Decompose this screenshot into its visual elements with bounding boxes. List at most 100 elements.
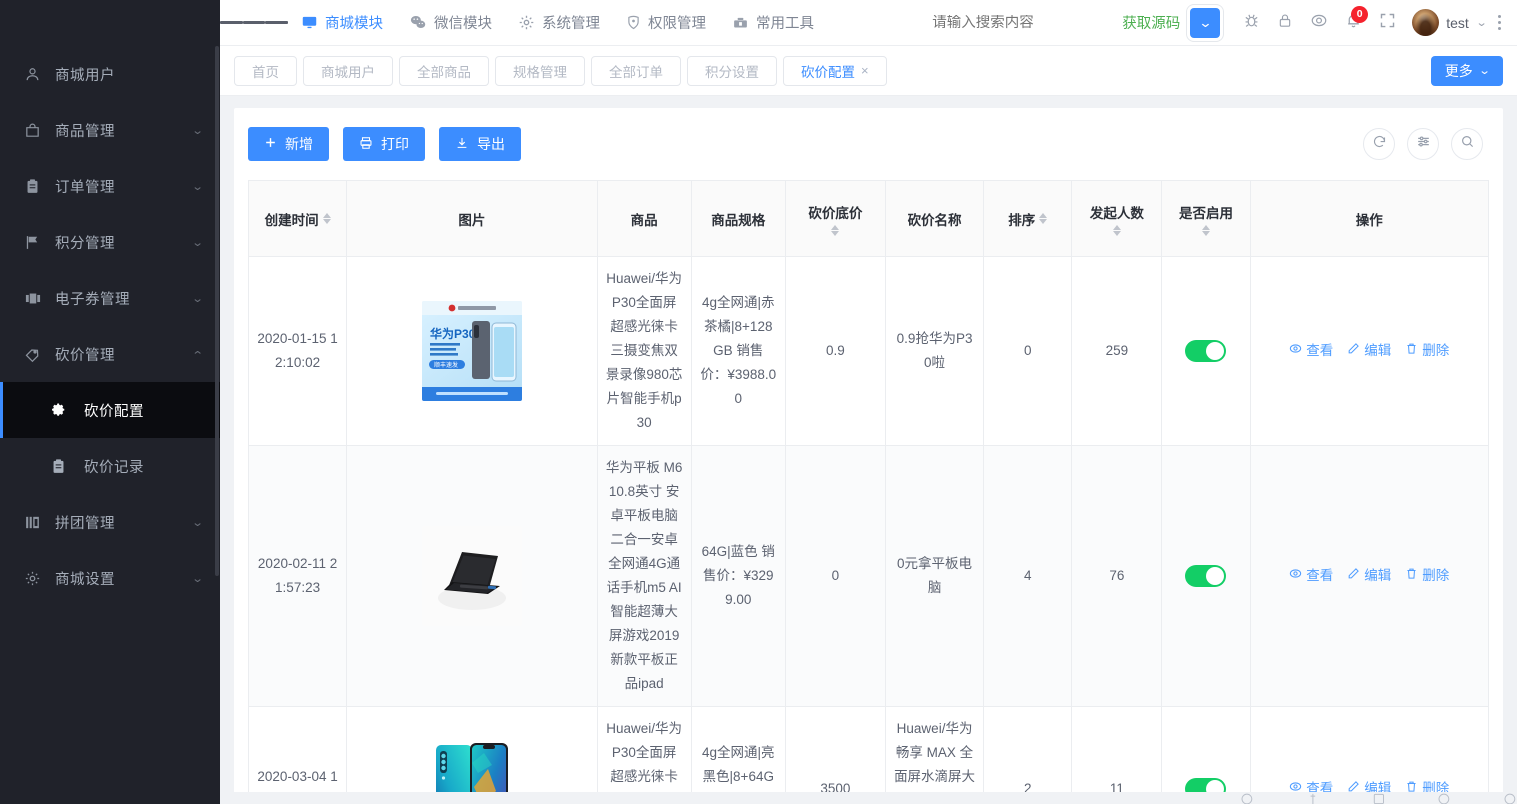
sidebar-item-mall-users[interactable]: 商城用户 — [0, 46, 220, 102]
sidebar-item-label: 砍价配置 — [84, 403, 144, 420]
action-label: 编辑 — [1364, 568, 1392, 583]
tab-bargain-config[interactable]: 砍价配置 × — [783, 55, 887, 86]
circle-icon[interactable] — [1240, 792, 1254, 804]
sort-icon[interactable] — [322, 213, 331, 224]
ticket-icon — [24, 290, 46, 307]
action-label: 删除 — [1422, 343, 1450, 358]
sidebar-item-orders[interactable]: 订单管理 ⌄ — [0, 158, 220, 214]
column-header-enabled[interactable]: 是否启用 — [1161, 180, 1251, 257]
column-header-actions: 操作 — [1249, 180, 1489, 257]
sidebar-item-bargain-config[interactable]: 砍价配置 — [0, 382, 220, 438]
menu-toggle-button[interactable] — [220, 0, 289, 46]
cell-actions: 查看 编辑 删除 — [1249, 256, 1489, 446]
filter-button[interactable] — [1407, 128, 1439, 160]
circle-icon[interactable] — [1437, 792, 1451, 804]
sidebar-logo-area — [0, 0, 220, 46]
delete-action[interactable]: 删除 — [1400, 564, 1454, 588]
chevron-down-icon[interactable]: ⌄ — [1475, 16, 1487, 29]
chevron-down-icon: ⌄ — [191, 572, 204, 585]
close-icon[interactable]: × — [861, 63, 869, 78]
nav-module-tools[interactable]: 常用工具 — [719, 0, 827, 46]
nav-module-label: 微信模块 — [434, 16, 492, 32]
sidebar-scrollbar[interactable] — [214, 46, 220, 804]
pencil-icon — [1347, 564, 1360, 588]
print-button[interactable]: 打印 — [343, 127, 425, 161]
sidebar-item-goods[interactable]: 商品管理 ⌄ — [0, 102, 220, 158]
avatar[interactable] — [1412, 9, 1440, 36]
get-source-link[interactable]: 获取源码 — [1122, 12, 1180, 33]
pin-icon[interactable] — [1306, 792, 1320, 804]
row-actions: 查看 编辑 删除 — [1259, 339, 1480, 363]
nav-module-system[interactable]: 系统管理 — [505, 0, 613, 46]
cell-bargain-name: 0.9抢华为P30啦 — [884, 256, 985, 446]
cell-sort: 0 — [983, 256, 1073, 446]
table-row[interactable]: 2020-01-15 12:10:02 华为P30 顺丰速发 Huawei/华为… — [248, 256, 1489, 446]
tab-spec-management[interactable]: 规格管理 — [495, 55, 585, 86]
column-header-floor-price[interactable]: 砍价底价 — [784, 180, 886, 257]
nav-module-permissions[interactable]: 权限管理 — [613, 0, 719, 46]
tab-points-settings[interactable]: 积分设置 — [687, 55, 777, 86]
bag-icon — [24, 122, 46, 139]
more-options-button[interactable] — [1494, 15, 1505, 30]
sort-icon[interactable] — [1112, 224, 1121, 236]
sort-icon[interactable] — [831, 224, 840, 236]
sidebar-item-bargain[interactable]: 砍价管理 ⌄ — [0, 326, 220, 382]
column-header-participants[interactable]: 发起人数 — [1071, 180, 1163, 257]
edit-action[interactable]: 编辑 — [1342, 564, 1396, 588]
search-input[interactable] — [932, 14, 1123, 31]
enabled-toggle[interactable] — [1185, 340, 1227, 362]
sidebar-item-bargain-records[interactable]: 砍价记录 — [0, 438, 220, 494]
table-row[interactable]: 2020-03-04 12:43:19 — [248, 706, 1489, 804]
clipboard-icon — [50, 458, 72, 475]
nav-module-wechat[interactable]: 微信模块 — [396, 0, 505, 46]
tab-all-goods[interactable]: 全部商品 — [399, 55, 489, 86]
sort-icon[interactable] — [1201, 224, 1210, 236]
more-tabs-button[interactable]: 更多 ⌄ — [1430, 55, 1503, 86]
product-image-black-laptop[interactable] — [421, 526, 522, 626]
sort-icon[interactable] — [1039, 213, 1048, 224]
sidebar-item-groupbuy[interactable]: 拼团管理 ⌄ — [0, 494, 220, 550]
tab-home[interactable]: 首页 — [234, 55, 297, 86]
delete-action[interactable]: 删除 — [1400, 339, 1454, 363]
column-header-created[interactable]: 创建时间 — [248, 180, 348, 257]
nav-module-mall[interactable]: 商城模块 — [288, 0, 396, 46]
sidebar-item-coupons[interactable]: 电子券管理 ⌄ — [0, 270, 220, 326]
cell-created: 2020-01-15 12:10:02 — [248, 256, 348, 446]
header-right-controls: 获取源码 ⌄ — [932, 0, 1517, 46]
sidebar-item-points[interactable]: 积分管理 ⌄ — [0, 214, 220, 270]
view-action[interactable]: 查看 — [1284, 339, 1338, 363]
product-image-huawei-p30-banner[interactable]: 华为P30 顺丰速发 — [421, 301, 522, 401]
view-action[interactable]: 查看 — [1284, 564, 1338, 588]
theme-dropdown-button[interactable]: ⌄ — [1190, 7, 1221, 38]
sidebar-scroll-thumb[interactable] — [215, 46, 219, 576]
lock-icon-button[interactable] — [1268, 0, 1302, 46]
search-button[interactable] — [1451, 128, 1483, 160]
tab-label: 规格管理 — [513, 64, 567, 80]
eye-icon-button[interactable] — [1302, 0, 1336, 46]
tab-mall-users[interactable]: 商城用户 — [303, 55, 393, 86]
export-button[interactable]: 导出 — [439, 127, 521, 161]
add-button-label: 新增 — [285, 136, 313, 152]
cell-image — [346, 445, 598, 707]
refresh-button[interactable] — [1363, 128, 1395, 160]
tab-all-orders[interactable]: 全部订单 — [591, 55, 681, 86]
fullscreen-button[interactable] — [1370, 0, 1404, 46]
square-icon[interactable] — [1372, 792, 1386, 804]
column-header-sort[interactable]: 排序 — [983, 180, 1073, 257]
sidebar-item-mall-settings[interactable]: 商城设置 ⌄ — [0, 550, 220, 606]
sidebar-item-label: 电子券管理 — [55, 291, 130, 308]
edit-action[interactable]: 编辑 — [1342, 339, 1396, 363]
cell-participants: 11 — [1071, 706, 1163, 804]
table-row[interactable]: 2020-02-11 21:57:23 华为平板 M6 10.8英寸 安卓平板电… — [248, 445, 1489, 707]
enabled-toggle[interactable] — [1185, 565, 1227, 587]
group-icon — [24, 514, 46, 531]
sidebar-item-label: 商城设置 — [55, 571, 115, 588]
column-label: 商品 — [630, 212, 658, 228]
add-button[interactable]: 新增 — [248, 127, 329, 161]
trash-icon — [1405, 564, 1418, 588]
content-area: 新增 打印 导出 创建时间 图片 商品 商品规格 砍价底价 砍价名称 排序 发起… — [220, 96, 1517, 804]
nav-module-label: 系统管理 — [542, 16, 600, 32]
circle-icon[interactable] — [1503, 792, 1517, 804]
bug-icon-button[interactable] — [1234, 0, 1268, 46]
notifications-button[interactable]: 0 — [1336, 0, 1370, 46]
